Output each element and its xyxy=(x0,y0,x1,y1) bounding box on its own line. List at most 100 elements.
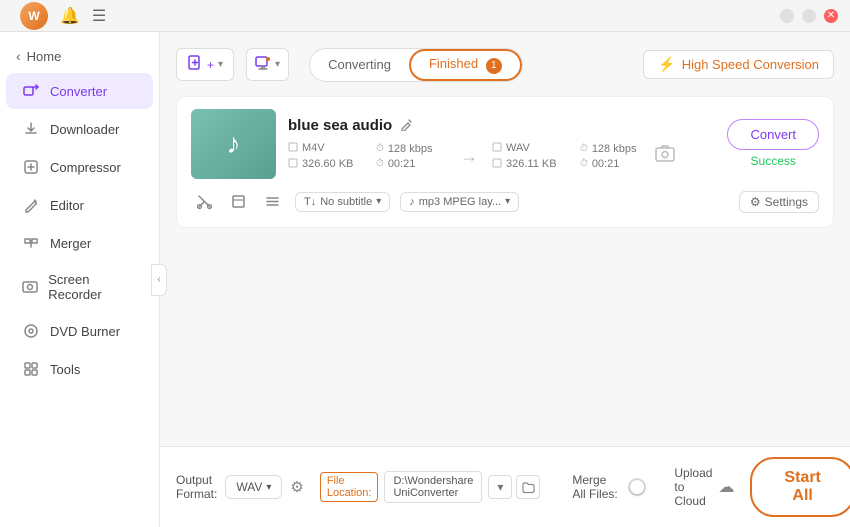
menu-icon[interactable]: ☰ xyxy=(92,6,106,26)
editor-icon xyxy=(22,196,40,214)
format-settings-icon[interactable]: ⚙ xyxy=(290,478,303,496)
file-card: ♪ blue sea audio xyxy=(176,96,834,228)
sidebar-item-compressor[interactable]: Compressor xyxy=(6,149,153,185)
tab-group: Converting Finished 1 xyxy=(309,48,523,82)
sidebar-item-tools[interactable]: Tools xyxy=(6,351,153,387)
thumbnail-icon: ♪ xyxy=(227,128,241,160)
output-format: Output Format: WAV ▾ ⚙ xyxy=(176,473,304,501)
file-card-bottom: T↓ No subtitle ▾ ♪ mp3 MPEG lay... ▾ ⚙ S… xyxy=(191,189,819,215)
convert-btn-area: Convert Success xyxy=(727,119,819,168)
target-format-icon xyxy=(492,142,502,155)
sidebar-item-label: Converter xyxy=(50,84,107,99)
target-meta-2: ⏱ 128 kbps ⏱ 00:21 xyxy=(580,143,640,170)
source-meta: M4V 326.60 KB xyxy=(288,142,368,171)
bell-icon[interactable]: 🔔 xyxy=(60,6,80,26)
source-bitrate-row: ⏱ 128 kbps xyxy=(376,143,446,155)
sidebar-item-label: DVD Burner xyxy=(50,324,120,339)
location-icons: ▾ xyxy=(488,475,540,499)
audio-label: mp3 MPEG lay... xyxy=(419,196,501,208)
sidebar-back[interactable]: ‹ Home xyxy=(0,40,159,72)
target-bitrate-icon: ⏱ xyxy=(580,143,588,154)
format-select[interactable]: WAV ▾ xyxy=(225,475,282,499)
converter-icon xyxy=(22,82,40,100)
main-content: + ▾ ▾ Converting Finished 1 ⚡ xyxy=(160,32,850,527)
add-dropdown-icon: ▾ xyxy=(218,59,223,70)
upload-cloud-label: Upload to Cloud xyxy=(674,466,712,508)
target-size-row: 326.11 KB xyxy=(492,158,572,171)
sidebar-back-label: Home xyxy=(27,49,62,64)
location-dropdown-button[interactable]: ▾ xyxy=(488,475,512,499)
settings-icon: ⚙ xyxy=(750,195,761,209)
screen-icon xyxy=(255,55,271,74)
file-name: blue sea audio xyxy=(288,117,392,134)
target-bitrate-row: ⏱ 128 kbps xyxy=(580,143,640,155)
file-title-row: blue sea audio xyxy=(288,117,715,134)
convert-button[interactable]: Convert xyxy=(727,119,819,150)
tools-icon xyxy=(22,360,40,378)
sidebar-item-downloader[interactable]: Downloader xyxy=(6,111,153,147)
file-card-top: ♪ blue sea audio xyxy=(191,109,819,179)
tab-converting[interactable]: Converting xyxy=(310,49,409,81)
upload-cloud: Upload to Cloud ☁ xyxy=(674,466,734,508)
close-button[interactable]: ✕ xyxy=(824,9,838,23)
format-value: WAV xyxy=(236,480,262,494)
screen-record-button[interactable]: ▾ xyxy=(246,48,289,81)
sidebar-collapse-button[interactable]: ‹ xyxy=(151,264,167,296)
sidebar-item-editor[interactable]: Editor xyxy=(6,187,153,223)
minimize-button[interactable]: − xyxy=(780,9,794,23)
crop-icon[interactable] xyxy=(225,189,251,215)
toggle-knob xyxy=(630,480,644,494)
settings-button[interactable]: ⚙ Settings xyxy=(739,191,819,213)
add-file-icon xyxy=(187,55,203,74)
source-bitrate: 128 kbps xyxy=(388,143,433,155)
cloud-icon[interactable]: ☁ xyxy=(718,477,734,497)
merge-files: Merge All Files: xyxy=(572,473,646,501)
audio-select[interactable]: ♪ mp3 MPEG lay... ▾ xyxy=(400,192,519,212)
sidebar-item-dvd-burner[interactable]: DVD Burner xyxy=(6,313,153,349)
app-container: ‹ Home Converter Downloader Compressor xyxy=(0,32,850,527)
target-duration-row: ⏱ 00:21 xyxy=(580,158,640,170)
compressor-icon xyxy=(22,158,40,176)
sidebar-item-merger[interactable]: Merger xyxy=(6,225,153,261)
sidebar-item-label: Tools xyxy=(50,362,80,377)
source-duration-icon: ⏱ xyxy=(376,158,384,169)
tab-finished[interactable]: Finished 1 xyxy=(409,49,522,81)
audio-icon: ♪ xyxy=(409,196,415,208)
source-format-icon xyxy=(288,142,298,155)
target-duration-icon: ⏱ xyxy=(580,158,588,169)
file-location: File Location: D:\Wondershare UniConvert… xyxy=(320,471,541,503)
sidebar-item-converter[interactable]: Converter xyxy=(6,73,153,109)
cut-icon[interactable] xyxy=(191,189,217,215)
target-meta: WAV 326.11 KB xyxy=(492,142,572,171)
downloader-icon xyxy=(22,120,40,138)
settings-label: Settings xyxy=(765,195,808,209)
source-format: M4V xyxy=(302,142,325,154)
titlebar-icons: W 🔔 ☰ xyxy=(20,2,106,30)
source-duration-row: ⏱ 00:21 xyxy=(376,158,446,170)
merge-files-toggle[interactable] xyxy=(628,478,647,496)
speed-icon: ⚡ xyxy=(658,56,675,73)
high-speed-conversion-button[interactable]: ⚡ High Speed Conversion xyxy=(643,50,834,79)
snapshot-icon[interactable] xyxy=(654,143,676,170)
location-path: D:\Wondershare UniConverter xyxy=(384,471,482,503)
location-folder-button[interactable] xyxy=(516,475,540,499)
user-avatar[interactable]: W xyxy=(20,2,48,30)
merger-icon xyxy=(22,234,40,252)
source-size: 326.60 KB xyxy=(302,158,353,170)
sidebar: ‹ Home Converter Downloader Compressor xyxy=(0,32,160,527)
sidebar-item-label: Compressor xyxy=(50,160,121,175)
start-all-button[interactable]: Start All xyxy=(750,457,850,517)
sidebar-item-screen-recorder[interactable]: Screen Recorder xyxy=(6,263,153,311)
edit-filename-icon[interactable] xyxy=(400,117,414,134)
target-duration: 00:21 xyxy=(592,158,620,170)
add-file-button[interactable]: + ▾ xyxy=(176,48,234,81)
maximize-button[interactable]: □ xyxy=(802,9,816,23)
action-icons xyxy=(191,189,285,215)
back-arrow-icon: ‹ xyxy=(16,48,21,64)
bottom-bar: Output Format: WAV ▾ ⚙ File Location: D:… xyxy=(160,446,850,527)
menu-icon[interactable] xyxy=(259,189,285,215)
subtitle-select[interactable]: T↓ No subtitle ▾ xyxy=(295,192,390,212)
top-bar: + ▾ ▾ Converting Finished 1 ⚡ xyxy=(176,48,834,82)
target-size-icon xyxy=(492,158,502,171)
sidebar-item-label: Screen Recorder xyxy=(48,272,137,302)
